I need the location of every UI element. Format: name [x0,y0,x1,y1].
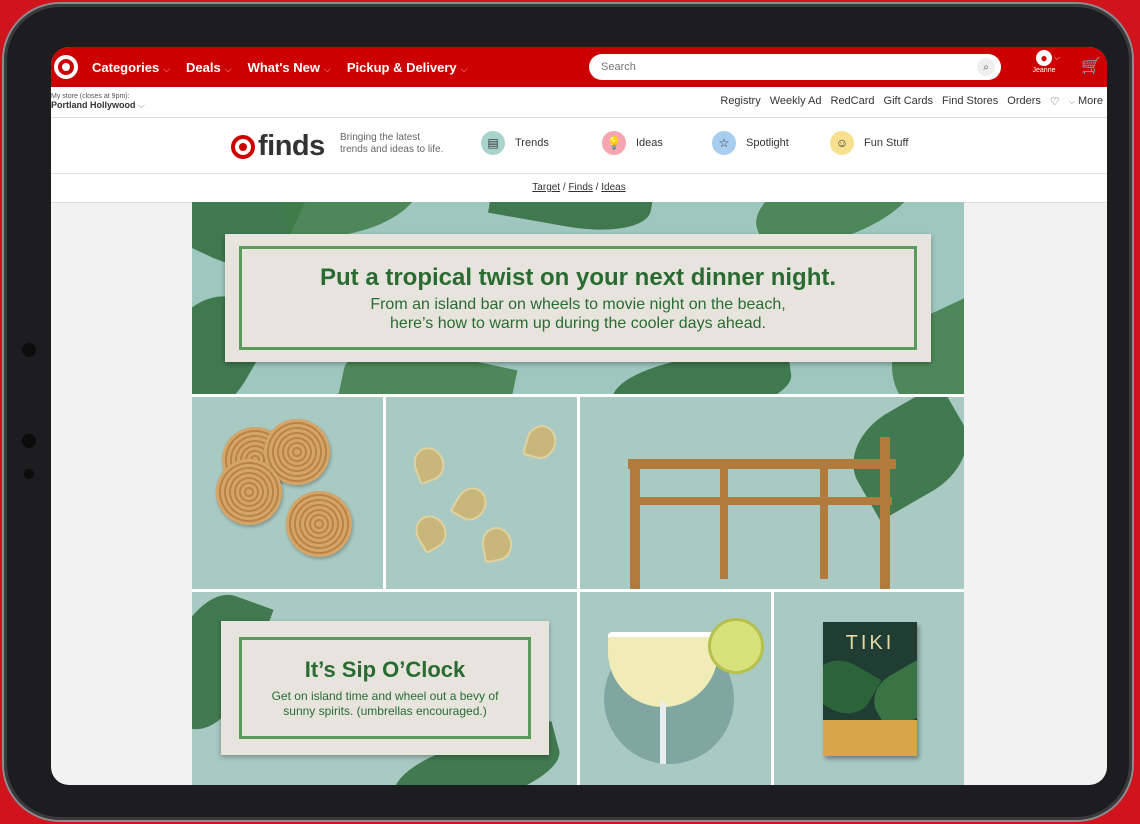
finds-nav-trends[interactable]: ▤ Trends [481,131,549,155]
account-name: Jeanne [1032,67,1056,74]
finds-tagline: Bringing the latest trends and ideas to … [340,132,444,155]
search-bar: ⌕ [589,54,1001,80]
link-weekly-ad[interactable]: Weekly Ad [770,95,822,108]
target-logo[interactable] [54,55,78,79]
tiki-book-image: TIKI [823,622,917,756]
browser-screen: Categories ⌵ Deals ⌵ What's New ⌵ Pickup & … [51,47,1107,785]
breadcrumb: Target / Finds / Ideas [51,174,1107,203]
chevron-down-icon: ⌵ [1054,53,1061,62]
nav-whats-new[interactable]: What's New ⌵ [248,60,331,75]
lime-icon [708,618,764,674]
tablet-frame: Categories ⌵ Deals ⌵ What's New ⌵ Pickup & … [4,4,1132,820]
sip-title: It’s Sip O’Clock [304,657,466,682]
link-orders[interactable]: Orders [1007,95,1041,108]
finds-nav-spotlight[interactable]: ☆ Spotlight [712,131,789,155]
bar-cart-leg [880,437,890,589]
ideas-content: Put a tropical twist on your next dinner… [192,202,964,785]
nav-pickup-delivery[interactable]: Pickup & Delivery ⌵ [347,60,468,75]
star-icon: ☆ [712,131,736,155]
top-nav: Categories ⌵ Deals ⌵ What's New ⌵ Pickup & … [51,47,1107,87]
breadcrumb-target[interactable]: Target [532,182,560,193]
sip-body: Get on island time and wheel out a bevy … [271,689,499,718]
lightbulb-icon: 💡 [602,131,626,155]
bullseye-icon [231,134,255,159]
user-icon: ● [1036,50,1052,66]
search-input[interactable] [599,60,963,74]
sip-card: It’s Sip O’Clock Get on island time and … [221,621,549,755]
nav-deals[interactable]: Deals ⌵ [186,60,232,75]
nav-categories[interactable]: Categories ⌵ [92,60,170,75]
heart-icon[interactable]: ♡ [1050,95,1060,108]
cart-icon[interactable]: 🛒 [1081,56,1101,76]
store-label: My store (closes at 9pm): [51,93,130,100]
store-name: Portland Hollywood [51,100,136,110]
utility-bar: My store (closes at 9pm): Portland Holly… [51,87,1107,118]
gold-leaf-image [449,481,493,527]
hero-subtitle: From an island bar on wheels to movie ni… [370,295,786,332]
smiley-icon: ☺ [830,131,854,155]
bar-cart-image [628,459,896,469]
hero-banner: Put a tropical twist on your next dinner… [192,202,964,394]
sip-oclock-tile[interactable]: It’s Sip O’Clock Get on island time and … [192,592,577,785]
margarita-tile[interactable] [580,592,771,785]
finds-logo[interactable]: finds [231,130,325,163]
gold-leaf-image [479,524,515,564]
hero-card: Put a tropical twist on your next dinner… [225,234,931,362]
finds-nav-fun-stuff[interactable]: ☺ Fun Stuff [830,131,908,155]
gold-leaf-image [522,421,560,463]
chart-icon: ▤ [481,131,505,155]
tiki-book-tile[interactable]: TIKI [774,592,964,785]
finds-header: finds Bringing the latest trends and ide… [51,118,1107,174]
hero-title: Put a tropical twist on your next dinner… [319,263,837,291]
gold-leaf-image [409,442,449,486]
store-selector[interactable]: My store (closes at 9pm): Portland Holly… [51,92,145,110]
woven-coaster-image [216,459,282,525]
breadcrumb-finds[interactable]: Finds [568,182,592,193]
search-icon[interactable]: ⌕ [977,58,995,76]
coasters-tile[interactable] [192,397,383,589]
link-find-stores[interactable]: Find Stores [942,95,998,108]
link-more[interactable]: ⌵ More [1069,95,1103,108]
link-gift-cards[interactable]: Gift Cards [884,95,934,108]
breadcrumb-ideas[interactable]: Ideas [601,182,625,193]
side-sensor [22,434,36,448]
link-redcard[interactable]: RedCard [831,95,875,108]
woven-coaster-image [286,491,352,557]
gold-leaf-image [409,509,453,555]
finds-nav-ideas[interactable]: 💡 Ideas [602,131,663,155]
bar-cart-leg [630,459,640,589]
bar-cart-shelf [634,497,892,505]
link-registry[interactable]: Registry [720,95,760,108]
bar-cart-leg [820,459,828,579]
side-sensor [22,343,36,357]
glass-stem [660,702,666,764]
garland-tile[interactable] [386,397,577,589]
book-title: TIKI [845,632,895,654]
bar-cart-leg [720,459,728,579]
side-sensor [24,469,34,479]
bar-cart-tile[interactable] [580,397,964,589]
